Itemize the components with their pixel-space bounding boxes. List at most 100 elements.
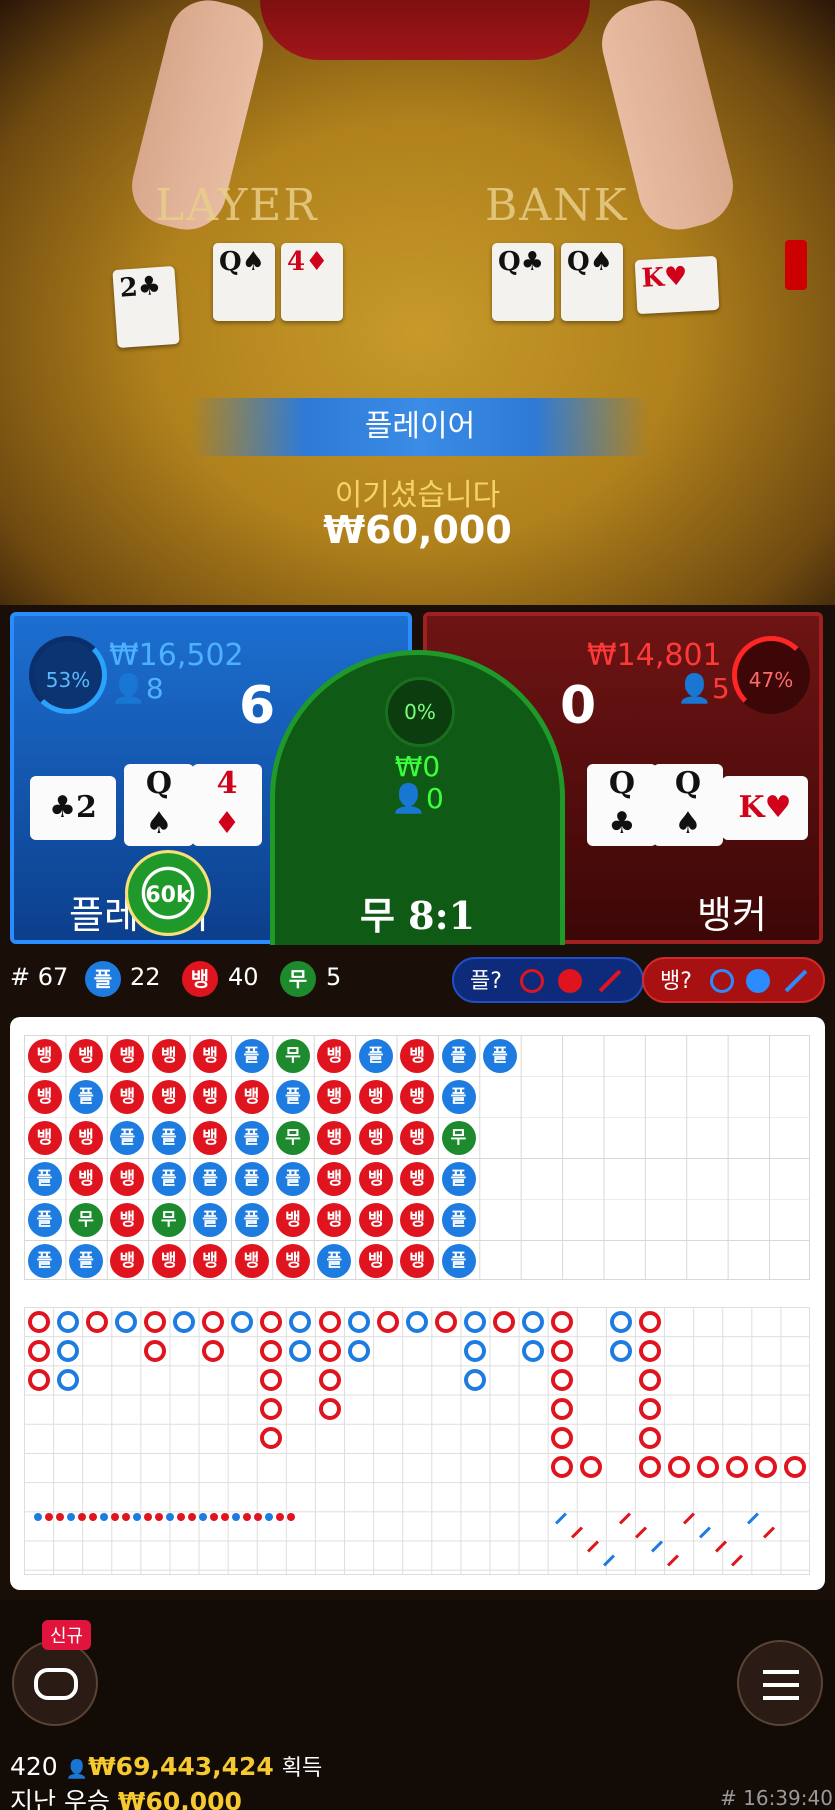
bead-road-cell: 뱅 — [234, 1079, 269, 1114]
card-shoe — [785, 240, 807, 290]
big-road-mark — [318, 1397, 341, 1420]
big-road-mark — [609, 1339, 632, 1362]
banker-card-1: Q ♣ — [587, 764, 657, 846]
small-road-mark — [111, 1513, 119, 1521]
menu-button[interactable] — [737, 1640, 823, 1726]
big-road-mark — [638, 1339, 661, 1362]
big-road-mark — [551, 1456, 574, 1478]
last-win-line: 지난 우승 ₩60,000 — [10, 1782, 242, 1810]
big-road-mark — [289, 1339, 312, 1362]
bead-road-cell: 뱅 — [110, 1202, 145, 1237]
bead-road-cell: 뱅 — [275, 1202, 310, 1237]
small-road-mark — [34, 1513, 42, 1521]
bead-road-cell: 뱅 — [151, 1038, 186, 1073]
cockroach-road-mark — [730, 1554, 744, 1567]
bead-road-cell: 무 — [275, 1038, 310, 1073]
player-card-1: ♣2 — [30, 776, 116, 840]
big-road-mark — [464, 1310, 486, 1333]
tie-percent: 0% — [385, 677, 455, 747]
table-card-player-2: Q♠ — [213, 243, 275, 321]
player-percent: 53% — [29, 636, 107, 714]
user-icon: 👤 — [65, 1759, 89, 1780]
bead-road-cell: 뱅 — [68, 1038, 103, 1073]
clock: # 16:39:40 — [720, 1786, 833, 1810]
big-road-mark — [522, 1310, 545, 1333]
ask-banker-button[interactable]: 뱅? — [642, 957, 825, 1003]
bead-road-cell: 뱅 — [400, 1161, 435, 1196]
bead-road-cell: 뱅 — [27, 1120, 62, 1155]
player-amount: ₩16,502 — [109, 638, 244, 673]
bead-road-cell: 뱅 — [275, 1243, 310, 1278]
menu-icon — [763, 1670, 799, 1674]
big-road-mark — [551, 1310, 574, 1333]
small-road-mark — [100, 1513, 108, 1521]
player-dot: 플 — [85, 961, 121, 997]
big-road-mark — [202, 1339, 225, 1362]
bead-road-cell: 뱅 — [400, 1038, 435, 1073]
big-road-mark — [260, 1310, 283, 1333]
banker-total: 40 — [228, 963, 259, 991]
small-road-mark — [89, 1513, 97, 1521]
small-road-mark — [287, 1513, 295, 1521]
banker-score: 0 — [560, 676, 597, 736]
round-number: # 67 — [10, 963, 69, 991]
ring-icon — [520, 969, 544, 993]
big-road-mark — [551, 1339, 574, 1362]
bead-road-cell: 플 — [110, 1120, 145, 1155]
cockroach-road-mark — [570, 1526, 584, 1539]
big-road-mark — [173, 1310, 195, 1333]
ask-player-button[interactable]: 플? — [452, 957, 644, 1003]
big-road-mark — [493, 1310, 516, 1333]
bead-road-cell: 뱅 — [358, 1243, 393, 1278]
bead-road-cell: 플 — [234, 1161, 269, 1196]
slash-icon — [598, 969, 622, 993]
big-road-mark — [405, 1310, 428, 1333]
placed-chip[interactable]: 60k — [125, 850, 211, 936]
big-road-mark — [260, 1339, 283, 1362]
table-card-player-3: 4♦ — [281, 243, 343, 321]
big-road-mark — [114, 1310, 137, 1333]
big-road-mark — [27, 1310, 50, 1333]
player-total: 22 — [130, 963, 161, 991]
player-card-2: Q ♠ — [124, 764, 194, 846]
big-road-mark — [696, 1456, 719, 1478]
bead-road-cell: 플 — [27, 1202, 62, 1237]
small-road-mark — [166, 1513, 174, 1521]
cockroach-road-mark — [554, 1512, 568, 1525]
player-score: 6 — [239, 676, 276, 736]
big-road-mark — [580, 1456, 603, 1478]
big-road-mark — [289, 1310, 312, 1333]
big-road-mark — [551, 1368, 574, 1391]
chat-button[interactable] — [12, 1640, 98, 1726]
big-road-mark — [667, 1456, 690, 1478]
bead-road-cell: 뱅 — [68, 1120, 103, 1155]
last-win-label: 지난 우승 — [10, 1787, 110, 1810]
cockroach-road-mark — [634, 1526, 648, 1539]
small-road-mark — [144, 1513, 152, 1521]
big-road-mark — [260, 1426, 283, 1449]
bead-road-cell: 뱅 — [151, 1079, 186, 1114]
big-road-mark — [143, 1339, 166, 1362]
bead-road-cell: 뱅 — [234, 1243, 269, 1278]
bead-road-cell: 무 — [441, 1120, 476, 1155]
small-road-mark — [232, 1513, 240, 1521]
scoreboard: 뱅뱅뱅플플플뱅플뱅뱅무플뱅뱅플뱅뱅뱅뱅뱅플플무뱅뱅뱅뱅플플뱅플뱅플플플뱅무플무플… — [10, 1017, 825, 1590]
big-road-mark — [609, 1310, 632, 1333]
bead-road-cell: 플 — [441, 1202, 476, 1237]
bead-road-cell: 뱅 — [400, 1202, 435, 1237]
ask-banker-label: 뱅? — [660, 969, 692, 994]
chat-icon — [34, 1668, 78, 1700]
cockroach-road-mark — [762, 1526, 776, 1539]
player-card-3: 4 ♦ — [192, 764, 262, 846]
small-road-mark — [78, 1513, 86, 1521]
bead-road-cell: 뱅 — [193, 1079, 228, 1114]
small-road-mark — [265, 1513, 273, 1521]
bead-road-cell: 플 — [27, 1161, 62, 1196]
tie-bet-area[interactable]: 0% ₩0 👤0 무 8:1 — [270, 650, 565, 945]
bead-road-cell: 뱅 — [27, 1079, 62, 1114]
slash-icon — [784, 969, 808, 993]
small-road-mark — [56, 1513, 64, 1521]
table-card-player-1: 2♣ — [112, 265, 180, 349]
banker-amount: ₩14,801 — [587, 638, 722, 673]
big-road-mark — [202, 1310, 225, 1333]
